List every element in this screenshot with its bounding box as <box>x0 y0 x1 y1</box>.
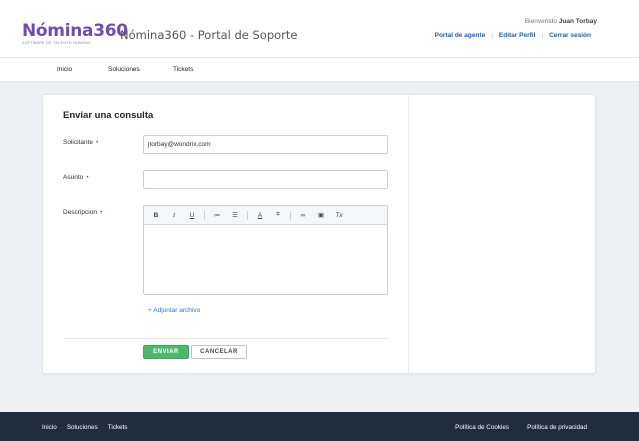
required-marker: • <box>96 139 99 146</box>
highlight-icon[interactable]: ⌗ <box>272 211 284 219</box>
description-label: Descripcion • <box>63 209 102 216</box>
main-nav: Inicio Soluciones Tickets <box>0 58 639 82</box>
required-marker: • <box>86 174 89 181</box>
logout-link[interactable]: Cerrar sesión <box>549 32 591 39</box>
logo-wordmark: Nómina360 <box>22 21 128 41</box>
toolbar-divider <box>204 210 205 220</box>
welcome-prefix: Bienvenido <box>524 18 558 25</box>
footer-link-tickets[interactable]: Tickets <box>108 424 128 431</box>
editor-toolbar: B I U ≔ ☰ A ⌗ ∞ ▣ Tx <box>144 206 387 225</box>
portal-title: Nómina360 - Portal de Soporte <box>120 28 298 42</box>
toolbar-divider <box>290 210 291 220</box>
account-links: Portal de agente | Editar Perfil | Cerra… <box>435 32 591 39</box>
subject-input[interactable] <box>143 170 388 189</box>
footer-nav: Inicio · Soluciones · Tickets <box>42 424 127 431</box>
requester-label-text: Solicitante <box>63 139 93 146</box>
image-icon[interactable]: ▣ <box>315 211 327 219</box>
footer-separator: · <box>60 424 63 431</box>
underline-icon[interactable]: U <box>186 212 198 219</box>
footer-link-soluciones[interactable]: Soluciones <box>67 424 98 431</box>
footer-legal: Política de Cookies · Política de privac… <box>455 424 587 431</box>
footer-link-inicio[interactable]: Inicio <box>42 424 57 431</box>
bullet-list-icon[interactable]: ≔ <box>211 211 223 219</box>
privacy-policy-link[interactable]: Política de privacidad <box>527 424 587 431</box>
submit-button[interactable]: ENVIAR <box>143 345 189 359</box>
cancel-button[interactable]: CANCELAR <box>191 345 247 359</box>
requester-input[interactable]: jtorbay@wondrix.com <box>143 135 388 154</box>
description-editor: B I U ≔ ☰ A ⌗ ∞ ▣ Tx <box>143 205 388 295</box>
toolbar-divider <box>247 210 248 220</box>
user-name: Juan Torbay <box>558 18 597 25</box>
top-header: Nómina360 SOFTWARE DE TALENTO HUMANO Nóm… <box>0 0 639 58</box>
brand-logo[interactable]: Nómina360 SOFTWARE DE TALENTO HUMANO <box>22 22 128 45</box>
link-icon[interactable]: ∞ <box>297 212 309 219</box>
description-label-text: Descripcion <box>63 209 97 216</box>
subject-label: Asunto • <box>63 174 89 181</box>
edit-profile-link[interactable]: Editar Perfil <box>499 32 535 39</box>
font-color-icon[interactable]: A <box>254 212 266 219</box>
description-textarea[interactable] <box>144 225 387 295</box>
required-marker: • <box>99 209 103 216</box>
logo-tagline: SOFTWARE DE TALENTO HUMANO <box>22 41 92 45</box>
italic-icon[interactable]: I <box>168 212 180 219</box>
card-column-divider <box>408 95 409 373</box>
footer: Inicio · Soluciones · Tickets Política d… <box>0 412 639 441</box>
numbered-list-icon[interactable]: ☰ <box>229 211 241 219</box>
footer-separator: · <box>101 424 104 431</box>
attach-file-link[interactable]: + Adjuntar archivo <box>148 307 200 314</box>
welcome-text: Bienvenido Juan Torbay <box>525 18 597 25</box>
requester-label: Solicitante • <box>63 139 98 146</box>
nav-item-tickets[interactable]: Tickets <box>173 66 193 73</box>
form-title: Enviar una consulta <box>63 110 154 121</box>
clear-format-icon[interactable]: Tx <box>333 212 345 219</box>
agent-portal-link[interactable]: Portal de agente <box>435 32 486 39</box>
link-separator: | <box>491 32 493 39</box>
cookie-policy-link[interactable]: Política de Cookies <box>455 424 509 431</box>
bold-icon[interactable]: B <box>150 212 162 219</box>
subject-label-text: Asunto <box>63 174 84 181</box>
link-separator: | <box>541 32 544 39</box>
ticket-form-card: Enviar una consulta Solicitante • jtorbay… <box>42 94 596 374</box>
footer-separator: · <box>517 424 520 431</box>
form-divider <box>63 338 388 339</box>
nav-item-soluciones[interactable]: Soluciones <box>108 66 140 73</box>
nav-item-inicio[interactable]: Inicio <box>57 66 72 73</box>
